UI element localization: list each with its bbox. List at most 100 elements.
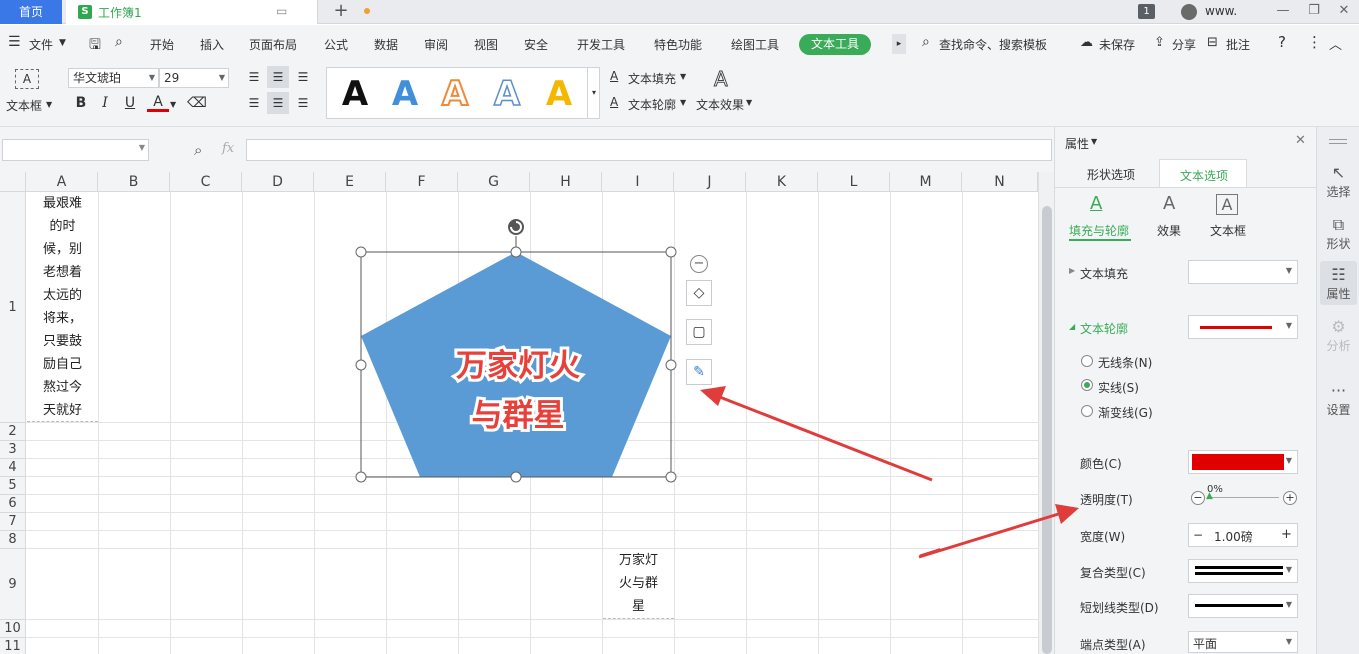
menu-security[interactable]: 安全	[524, 36, 548, 53]
menu-start[interactable]: 开始	[150, 36, 174, 53]
style-blue-outline[interactable]: A	[483, 72, 531, 116]
shape-outline-icon[interactable]: ▢	[686, 319, 712, 345]
subtab-effect[interactable]: 效果	[1157, 222, 1181, 239]
font-size-select[interactable]: 29 ▼	[159, 68, 229, 88]
menu-insert[interactable]: 插入	[200, 36, 224, 53]
radio-solid-line[interactable]	[1081, 379, 1093, 391]
column-header[interactable]: A	[26, 172, 98, 192]
comment-icon[interactable]: ⊟	[1207, 35, 1218, 50]
row-header[interactable]: 3	[0, 441, 26, 459]
text-effect-dropdown-icon[interactable]: ▼	[746, 98, 752, 107]
width-stepper[interactable]: − 1.00磅 +	[1188, 523, 1298, 547]
rail-property[interactable]: ☷ 属性	[1320, 261, 1357, 305]
menu-page-layout[interactable]: 页面布局	[249, 36, 297, 53]
menu-data[interactable]: 数据	[374, 36, 398, 53]
cap-type-select[interactable]: 平面 ▼	[1188, 631, 1298, 653]
style-gold[interactable]: A	[535, 72, 583, 116]
row-header[interactable]: 2	[0, 423, 26, 441]
subtab-fill-outline[interactable]: 填充与轮廓	[1069, 222, 1129, 239]
font-color-button[interactable]: A	[147, 92, 169, 112]
rail-select[interactable]: ↖ 选择	[1320, 159, 1357, 203]
column-header[interactable]: I	[602, 172, 674, 192]
column-header[interactable]: H	[530, 172, 602, 192]
row-header[interactable]: 8	[0, 531, 26, 549]
style-black[interactable]: A	[331, 72, 379, 116]
radio-no-line[interactable]	[1081, 355, 1093, 367]
menu-special[interactable]: 特色功能	[654, 36, 702, 53]
align-left-icon[interactable]: ☰	[243, 92, 265, 114]
solid-line-label[interactable]: 实线(S)	[1098, 379, 1139, 396]
rail-analyze[interactable]: ⚙ 分析	[1320, 313, 1357, 357]
row-header[interactable]: 10	[0, 620, 26, 638]
help-icon[interactable]: ?	[1278, 33, 1286, 51]
menu-file[interactable]: 文件	[29, 36, 53, 53]
zoom-icon[interactable]: ⌕	[194, 141, 202, 159]
cell-a1[interactable]: 最艰难 的时 候，别 老想着 太远的 将来， 只要鼓 励自己 熬过今 天就好	[27, 192, 98, 422]
text-effect-button[interactable]: 文本效果	[696, 96, 744, 113]
collapse-ribbon-icon[interactable]: ︿	[1329, 34, 1342, 53]
minimize-button[interactable]: —	[1272, 0, 1294, 24]
textbox-icon[interactable]: A	[15, 69, 39, 89]
column-header[interactable]: J	[674, 172, 746, 192]
row-header[interactable]: 5	[0, 477, 26, 495]
row-header[interactable]: 1	[0, 192, 26, 423]
menu-developer[interactable]: 开发工具	[577, 36, 625, 53]
column-header[interactable]: E	[314, 172, 386, 192]
compound-type-select[interactable]: ▼	[1188, 559, 1298, 583]
text-outline-select[interactable]: ▼	[1188, 315, 1298, 339]
align-right-icon[interactable]: ☰	[292, 92, 314, 114]
menu-formula[interactable]: 公式	[324, 36, 348, 53]
slider-thumb[interactable]: ▲	[1206, 491, 1213, 501]
share-button[interactable]: 分享	[1172, 36, 1196, 53]
textbox-options-icon[interactable]: A	[1216, 194, 1238, 215]
effect-icon[interactable]: A	[1163, 193, 1175, 214]
panel-title[interactable]: 属性	[1065, 135, 1089, 152]
command-search[interactable]: 查找命令、搜索模板	[939, 36, 1047, 53]
pentagon-shape[interactable]: 万家灯火 与群星	[350, 212, 685, 487]
window-count-badge[interactable]: 1	[1138, 4, 1155, 19]
menu-review[interactable]: 审阅	[424, 36, 448, 53]
column-header[interactable]: K	[746, 172, 818, 192]
resize-handle[interactable]	[355, 246, 367, 258]
monitor-icon[interactable]: ▭	[276, 4, 287, 18]
underline-button[interactable]: U	[119, 92, 141, 114]
text-effect-icon[interactable]: A	[714, 67, 729, 92]
row-header[interactable]: 4	[0, 459, 26, 477]
column-header[interactable]: L	[818, 172, 890, 192]
no-line-label[interactable]: 无线条(N)	[1098, 354, 1152, 371]
new-tab-button[interactable]: +	[330, 0, 352, 24]
transparency-decrease-button[interactable]: −	[1191, 491, 1205, 505]
more-options-icon[interactable]: ⋮	[1307, 33, 1322, 51]
tab-document[interactable]: S 工作簿1 ▭	[66, 0, 370, 24]
resize-handle[interactable]	[665, 359, 677, 371]
collapse-arrow-icon[interactable]: ◢	[1069, 322, 1075, 331]
subtab-textbox[interactable]: 文本框	[1210, 222, 1246, 239]
row-header[interactable]: 7	[0, 513, 26, 531]
fx-icon[interactable]: fx	[222, 141, 234, 156]
textbox-dropdown-icon[interactable]: ▼	[46, 100, 52, 109]
brush-icon[interactable]: ✎	[686, 359, 712, 385]
menu-drawing-tools[interactable]: 绘图工具	[731, 36, 779, 53]
eraser-icon[interactable]: ⌫	[186, 92, 208, 114]
more-menu-button[interactable]: ▸	[892, 34, 906, 54]
collapse-tools-button[interactable]: −	[690, 255, 708, 273]
outline-color-select[interactable]: ▼	[1188, 450, 1298, 474]
resize-handle[interactable]	[665, 246, 677, 258]
select-all-corner[interactable]	[0, 172, 26, 192]
tab-text-options[interactable]: 文本选项	[1159, 159, 1247, 187]
text-fill-icon[interactable]: A	[610, 69, 618, 83]
avatar[interactable]	[1181, 4, 1197, 20]
column-header[interactable]: F	[386, 172, 458, 192]
text-fill-dropdown-icon[interactable]: ▼	[680, 72, 686, 81]
menu-view[interactable]: 视图	[474, 36, 498, 53]
unsaved-status[interactable]: 未保存	[1099, 36, 1135, 53]
cell-i9[interactable]: 万家灯 火与群星	[603, 549, 674, 619]
expand-arrow-icon[interactable]: ▶	[1069, 266, 1075, 275]
text-fill-button[interactable]: 文本填充	[628, 70, 676, 87]
text-fill-label[interactable]: 文本填充	[1080, 265, 1128, 282]
scroll-thumb[interactable]	[1042, 206, 1052, 654]
bold-button[interactable]: B	[70, 92, 92, 114]
chevron-down-icon[interactable]: ▼	[59, 38, 66, 48]
spreadsheet-grid[interactable]: A B C D E F G H I J K L M N 1 2 3 4 5 6 …	[0, 172, 1038, 654]
share-icon[interactable]: ⇪	[1154, 35, 1165, 50]
